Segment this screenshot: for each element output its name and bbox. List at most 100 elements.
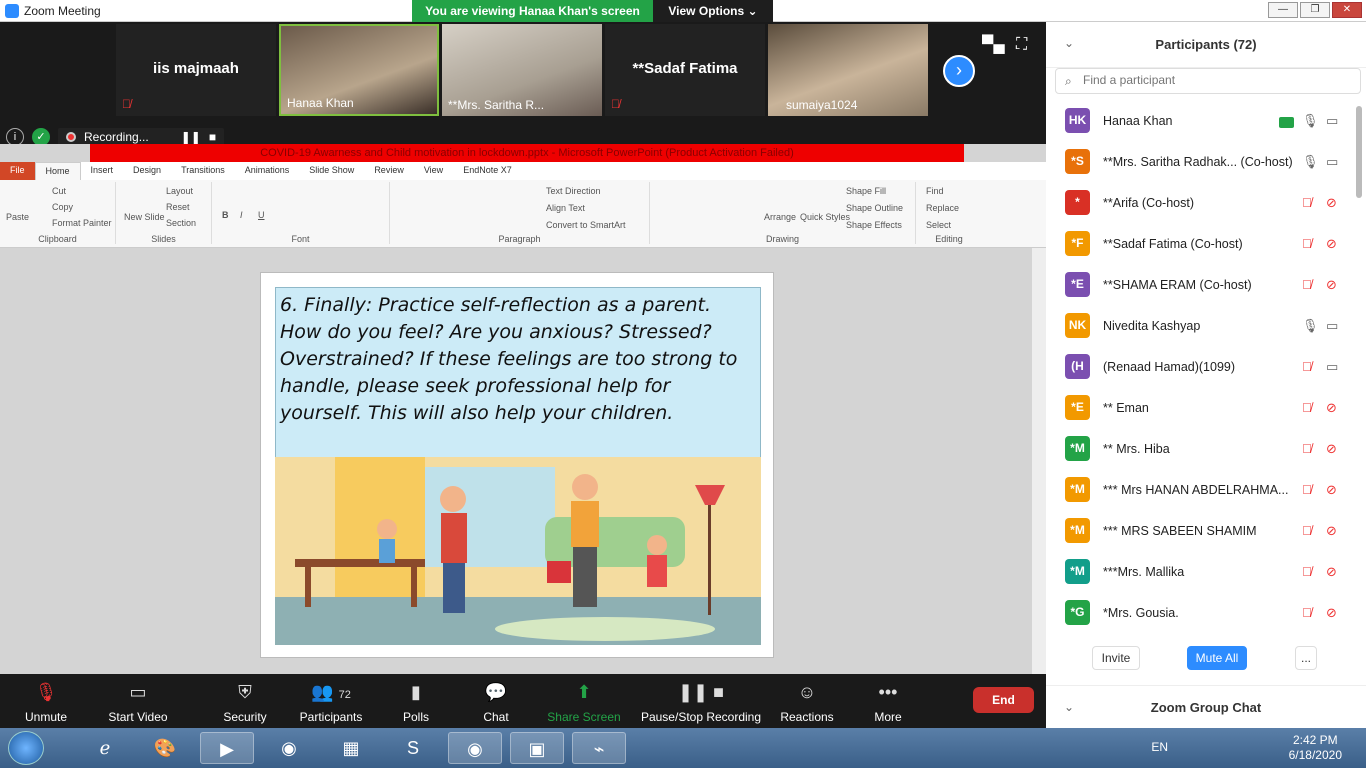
reactions-button[interactable]: ☺ Reactions [780, 680, 834, 724]
more-button[interactable]: ••• More [870, 680, 906, 724]
start-button[interactable] [8, 731, 44, 765]
video-tile[interactable]: sumaiya1024 [768, 24, 928, 116]
underline-button[interactable]: U [258, 210, 265, 220]
quick-styles-button[interactable]: Quick Styles [800, 212, 850, 222]
minimize-button[interactable]: — [1268, 2, 1298, 18]
participant-row[interactable]: *E ** Eman 🎙̸ ⊘ [1046, 389, 1352, 430]
mic-muted-icon[interactable]: 🎙̸ [1302, 523, 1312, 538]
slide-text-box[interactable]: 6. Finally: Practice self-reflection as … [275, 287, 761, 459]
video-tile[interactable]: **Sadaf Fatima 🎙̸ [605, 24, 765, 116]
media-player-icon[interactable]: ▶ [200, 732, 254, 764]
slide-scrollbar[interactable] [1032, 248, 1046, 674]
view-options-button[interactable]: View Options ⌄ [653, 0, 773, 22]
paint-icon[interactable]: 🎨 [138, 732, 192, 764]
participant-row[interactable]: HK Hanaa Khan 🎙 ▭ [1046, 102, 1352, 143]
close-button[interactable]: ✕ [1332, 2, 1362, 18]
chrome-window-icon[interactable]: ◉ [448, 732, 502, 764]
italic-button[interactable]: I [240, 210, 243, 220]
acrobat-icon[interactable]: ⌁ [572, 732, 626, 764]
ppt-tab-view[interactable]: View [414, 162, 453, 180]
chrome-icon[interactable]: ◉ [262, 732, 316, 764]
participant-row[interactable]: (H (Renaad Hamad)(1099) 🎙̸ ▭ [1046, 348, 1352, 389]
participants-button[interactable]: 👥 72 Participants [298, 680, 364, 724]
new-slide-button[interactable]: New Slide [124, 212, 165, 222]
participant-row[interactable]: *S **Mrs. Saritha Radhak... (Co-host) 🎙 ▭ [1046, 143, 1352, 184]
language-indicator[interactable]: EN [1151, 740, 1168, 754]
stop-icon[interactable]: ■ [209, 130, 216, 144]
section-button[interactable]: Section [166, 218, 196, 228]
video-off-icon[interactable]: ⊘ [1326, 564, 1337, 580]
select-button[interactable]: Select [926, 220, 951, 230]
ppt-tab-home[interactable]: Home [34, 162, 81, 180]
mic-muted-icon[interactable]: 🎙̸ [1302, 400, 1312, 415]
mute-all-button[interactable]: Mute All [1187, 646, 1247, 670]
mic-muted-icon[interactable]: 🎙̸ [1302, 564, 1312, 579]
bold-button[interactable]: B [222, 210, 229, 220]
pause-stop-recording-button[interactable]: ❚❚ ■ Pause/Stop Recording [640, 680, 762, 724]
format-painter-button[interactable]: Format Painter [52, 218, 112, 228]
mic-icon[interactable]: 🎙 [1302, 318, 1319, 334]
security-button[interactable]: ⛨ Security [218, 680, 272, 724]
mic-muted-icon[interactable]: 🎙̸ [1302, 195, 1312, 210]
video-tile-active[interactable]: Hanaa Khan [279, 24, 439, 116]
video-tile[interactable]: iis majmaah 🎙̸ [116, 24, 276, 116]
clock[interactable]: 2:42 PM 6/18/2020 [1289, 733, 1342, 763]
ppt-tab-design[interactable]: Design [123, 162, 171, 180]
mic-muted-icon[interactable]: 🎙̸ [1302, 359, 1312, 374]
shape-effects-button[interactable]: Shape Effects [846, 220, 902, 230]
participant-row[interactable]: *E **SHAMA ERAM (Co-host) 🎙̸ ⊘ [1046, 266, 1352, 307]
unmute-button[interactable]: 🎙 Unmute [14, 680, 78, 724]
participant-row[interactable]: *M *** MRS SABEEN SHAMIM 🎙̸ ⊘ [1046, 512, 1352, 553]
arrange-button[interactable]: Arrange [764, 212, 796, 222]
more-options-button[interactable]: ... [1295, 646, 1317, 670]
text-direction-button[interactable]: Text Direction [546, 186, 601, 196]
mic-muted-icon[interactable]: 🎙̸ [1302, 482, 1312, 497]
participant-row[interactable]: *F **Sadaf Fatima (Co-host) 🎙̸ ⊘ [1046, 225, 1352, 266]
participant-row[interactable]: NK Nivedita Kashyap 🎙 ▭ [1046, 307, 1352, 348]
video-off-icon[interactable]: ⊘ [1326, 400, 1337, 416]
participant-row[interactable]: *G *Mrs. Gousia. 🎙̸ ⊘ [1046, 594, 1352, 634]
shape-outline-button[interactable]: Shape Outline [846, 203, 903, 213]
mic-icon[interactable]: 🎙 [1302, 154, 1319, 170]
mic-icon[interactable]: 🎙 [1302, 113, 1319, 129]
participant-scrollbar[interactable] [1356, 106, 1362, 198]
replace-button[interactable]: Replace [926, 203, 959, 213]
maximize-button[interactable]: ❐ [1300, 2, 1330, 18]
participant-search[interactable]: ⌕ [1055, 68, 1361, 94]
ppt-tab-endnote[interactable]: EndNote X7 [453, 162, 522, 180]
ppt-tab-animations[interactable]: Animations [235, 162, 300, 180]
video-off-icon[interactable]: ⊘ [1326, 195, 1337, 211]
participant-row[interactable]: *M *** Mrs HANAN ABDELRAHMA... 🎙̸ ⊘ [1046, 471, 1352, 512]
convert-smartart-button[interactable]: Convert to SmartArt [546, 220, 626, 230]
mic-muted-icon[interactable]: 🎙̸ [1302, 441, 1312, 456]
video-off-icon[interactable]: ⊘ [1326, 277, 1337, 293]
calculator-icon[interactable]: ▦ [324, 732, 378, 764]
video-off-icon[interactable]: ⊘ [1326, 236, 1337, 252]
paste-button[interactable]: Paste [6, 212, 29, 222]
align-text-button[interactable]: Align Text [546, 203, 585, 213]
layout-icon[interactable]: ▀▄ [982, 36, 1005, 54]
mic-muted-icon[interactable]: 🎙̸ [1302, 277, 1312, 292]
internet-explorer-icon[interactable]: ℯ [78, 732, 132, 764]
ppt-tab-file[interactable]: File [0, 162, 35, 180]
participant-row[interactable]: * **Arifa (Co-host) 🎙̸ ⊘ [1046, 184, 1352, 225]
find-button[interactable]: Find [926, 186, 944, 196]
layout-button[interactable]: Layout [166, 186, 193, 196]
video-off-icon[interactable]: ⊘ [1326, 605, 1337, 621]
pause-icon[interactable]: ❚❚ [181, 130, 201, 144]
copy-button[interactable]: Copy [52, 202, 73, 212]
next-page-button[interactable]: › [943, 55, 975, 87]
fullscreen-icon[interactable]: ⛶ [1016, 36, 1027, 54]
zoom-icon[interactable]: ▣ [510, 732, 564, 764]
search-input[interactable] [1083, 73, 1353, 87]
ppt-tab-insert[interactable]: Insert [81, 162, 124, 180]
start-video-button[interactable]: ▭ Start Video [104, 680, 172, 724]
mic-muted-icon[interactable]: 🎙̸ [1302, 605, 1312, 620]
chat-button[interactable]: 💬 Chat [476, 680, 516, 724]
video-tile[interactable]: **Mrs. Saritha R... [442, 24, 602, 116]
video-off-icon[interactable]: ⊘ [1326, 523, 1337, 539]
skype-icon[interactable]: S [386, 732, 440, 764]
shape-fill-button[interactable]: Shape Fill [846, 186, 886, 196]
ppt-tab-transitions[interactable]: Transitions [171, 162, 235, 180]
video-off-icon[interactable]: ⊘ [1326, 441, 1337, 457]
